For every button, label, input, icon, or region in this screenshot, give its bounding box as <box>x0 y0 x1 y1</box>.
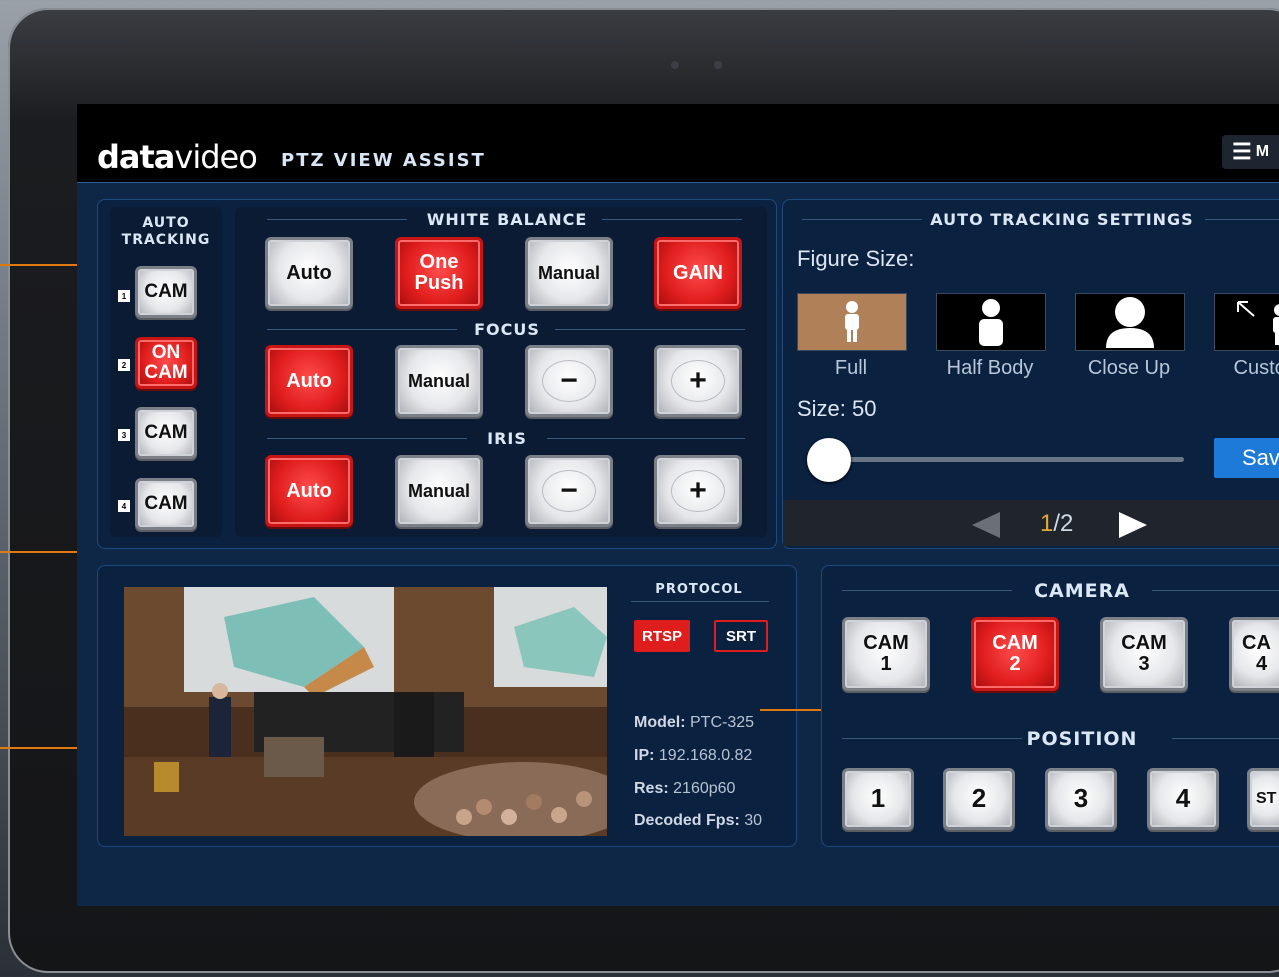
iris-manual-button[interactable]: Manual <box>395 455 483 527</box>
save-button[interactable]: Sav <box>1214 438 1279 478</box>
position-title: POSITION <box>1026 728 1138 750</box>
figure-half-body-option[interactable] <box>936 293 1046 351</box>
tracking-num-4: 4 <box>118 500 130 512</box>
ip-info: IP: 192.168.0.82 <box>634 747 753 764</box>
wb-auto-button[interactable]: Auto <box>265 237 353 309</box>
next-page-icon[interactable] <box>1119 512 1147 538</box>
focus-plus-button[interactable]: + <box>654 345 742 417</box>
camera-title: CAMERA <box>1034 580 1130 602</box>
camera-2-button[interactable]: CAM 2 <box>971 617 1059 691</box>
figure-half-body-label: Half Body <box>946 357 1034 379</box>
auto-tracking-title: AUTO TRACKING <box>121 215 211 248</box>
divider <box>631 601 769 602</box>
camera-preview-image <box>124 587 607 836</box>
divider <box>1205 219 1279 220</box>
figure-custom-label: Custom <box>1233 357 1279 379</box>
figure-full-option[interactable] <box>797 293 907 351</box>
protocol-title: PROTOCOL <box>655 582 743 597</box>
hamburger-icon: ☰ <box>1232 139 1252 164</box>
position-2-button[interactable]: 2 <box>943 768 1015 830</box>
model-info: Model: PTC-325 <box>634 714 755 731</box>
figure-full-label: Full <box>834 357 868 379</box>
camera-3-button[interactable]: CAM 3 <box>1100 617 1188 691</box>
focus-auto-button[interactable]: Auto <box>265 345 353 417</box>
datavideo-logo: datavideo <box>97 138 258 176</box>
focus-title: FOCUS <box>474 320 540 339</box>
prev-page-icon[interactable] <box>972 512 1000 538</box>
divider <box>267 329 457 330</box>
position-3-button[interactable]: 3 <box>1045 768 1117 830</box>
wb-manual-button[interactable]: Manual <box>525 237 613 309</box>
rtsp-button[interactable]: RTSP <box>634 620 690 652</box>
iris-auto-button[interactable]: Auto <box>265 455 353 527</box>
plus-icon: + <box>671 360 725 402</box>
person-close-up-icon <box>1106 297 1154 348</box>
person-half-body-icon <box>979 299 1003 346</box>
tracking-num-1: 1 <box>118 290 130 302</box>
divider <box>842 738 1022 739</box>
top-bar: datavideo PTZ VIEW ASSIST ☰ M <box>77 104 1279 183</box>
menu-label: M <box>1255 143 1270 160</box>
person-full-icon <box>845 301 859 342</box>
menu-button[interactable]: ☰ M <box>1222 135 1279 169</box>
position-4-button[interactable]: 4 <box>1147 768 1219 830</box>
pager-bar <box>783 500 1279 546</box>
focus-minus-button[interactable]: − <box>525 345 613 417</box>
camera-4-button[interactable]: CA 4 <box>1229 617 1279 691</box>
figure-custom-option[interactable] <box>1214 293 1279 351</box>
divider <box>842 590 1012 591</box>
plus-icon: + <box>671 470 725 512</box>
divider <box>1152 590 1279 591</box>
front-camera-dot <box>671 61 679 69</box>
tracking-cam-1-button[interactable]: CAM <box>135 266 197 318</box>
divider <box>547 438 745 439</box>
srt-button[interactable]: SRT <box>714 620 768 652</box>
position-store-button[interactable]: ST <box>1247 768 1279 830</box>
divider <box>602 219 742 220</box>
tracking-cam-4-button[interactable]: CAM <box>135 478 197 530</box>
fps-info: Decoded Fps: 30 <box>634 812 763 829</box>
camera-1-button[interactable]: CAM 1 <box>842 617 930 691</box>
iris-minus-button[interactable]: − <box>525 455 613 527</box>
figure-close-up-label: Close Up <box>1087 357 1171 379</box>
tracking-num-3: 3 <box>118 429 130 441</box>
divider <box>555 329 745 330</box>
divider <box>1172 738 1279 739</box>
figure-size-label: Figure Size: <box>797 246 915 271</box>
front-sensor-dot <box>714 61 722 69</box>
size-slider-track[interactable] <box>822 457 1184 462</box>
figure-close-up-option[interactable] <box>1075 293 1185 351</box>
lecture-hall-image <box>124 587 607 836</box>
wb-gain-button[interactable]: GAIN <box>654 237 742 309</box>
res-info: Res: 2160p60 <box>634 780 736 797</box>
wb-one-push-button[interactable]: One Push <box>395 237 483 309</box>
page-indicator: 1/2 <box>1040 510 1074 537</box>
minus-icon: − <box>542 360 596 402</box>
size-slider-thumb[interactable] <box>807 438 851 482</box>
tracking-num-2: 2 <box>118 359 130 371</box>
minus-icon: − <box>542 470 596 512</box>
divider <box>802 219 922 220</box>
size-label: Size: 50 <box>797 396 877 421</box>
focus-manual-button[interactable]: Manual <box>395 345 483 417</box>
tracking-cam-3-button[interactable]: CAM <box>135 407 197 459</box>
app-title: PTZ VIEW ASSIST <box>281 150 486 171</box>
iris-plus-button[interactable]: + <box>654 455 742 527</box>
tracking-settings-title: AUTO TRACKING SETTINGS <box>930 210 1194 229</box>
person-custom-icon <box>1237 301 1279 345</box>
app-screen: datavideo PTZ VIEW ASSIST ☰ M AUTO TRACKI… <box>77 104 1279 906</box>
white-balance-title: WHITE BALANCE <box>426 210 588 229</box>
iris-title: IRIS <box>487 429 527 448</box>
position-1-button[interactable]: 1 <box>842 768 914 830</box>
divider <box>267 438 467 439</box>
tracking-cam-2-button[interactable]: ON CAM <box>135 337 197 389</box>
divider <box>267 219 407 220</box>
